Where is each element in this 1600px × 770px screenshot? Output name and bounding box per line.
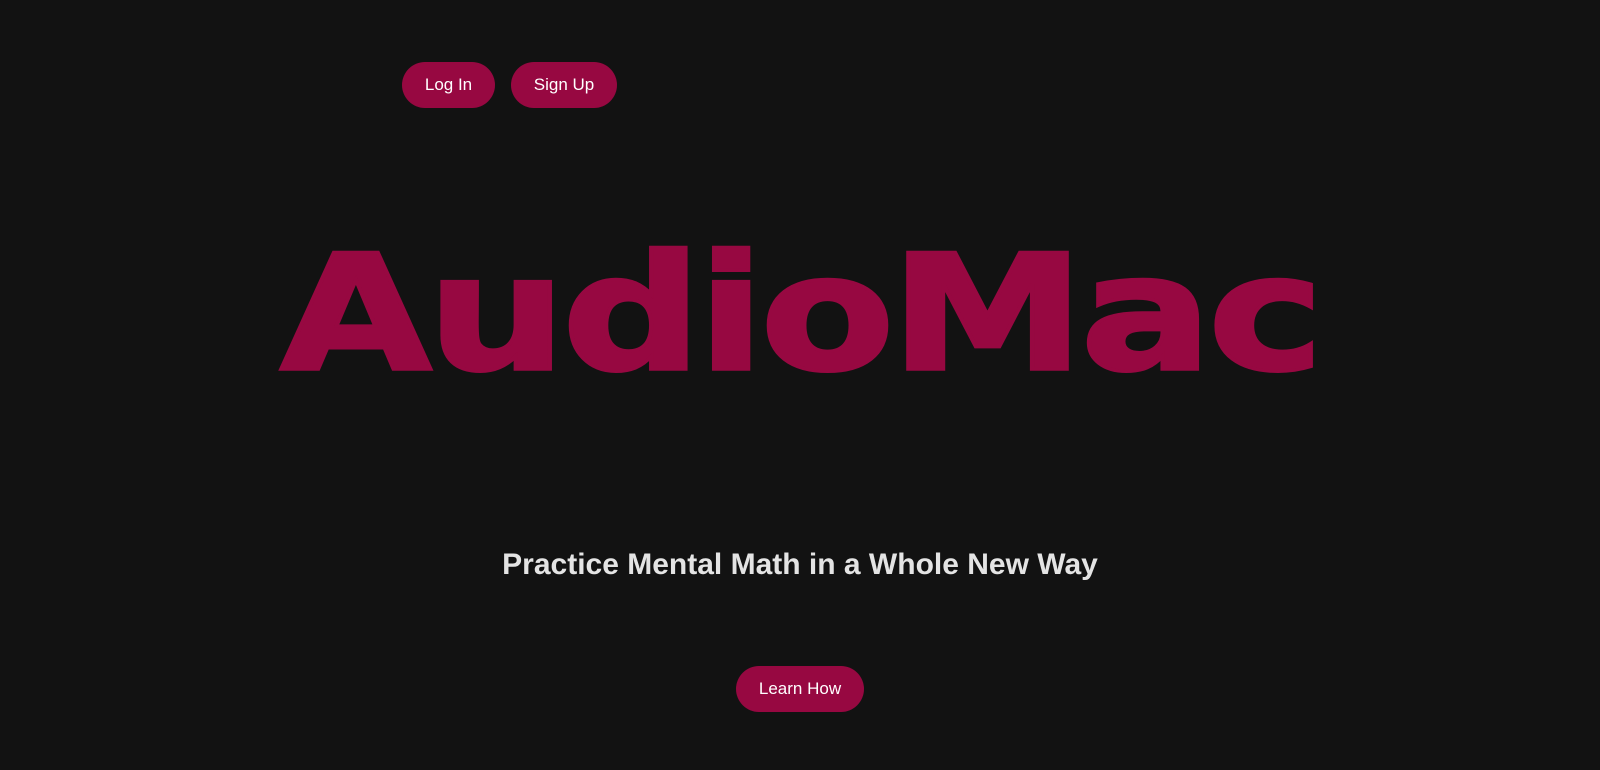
brand-title: AudioMac <box>278 220 1326 407</box>
landing-page: Log In Sign Up AudioMac Practice Mental … <box>0 0 1600 770</box>
signup-button[interactable]: Sign Up <box>511 62 617 108</box>
login-button[interactable]: Log In <box>402 62 495 108</box>
learn-how-button[interactable]: Learn How <box>736 666 864 712</box>
tagline: Practice Mental Math in a Whole New Way <box>502 548 1098 581</box>
